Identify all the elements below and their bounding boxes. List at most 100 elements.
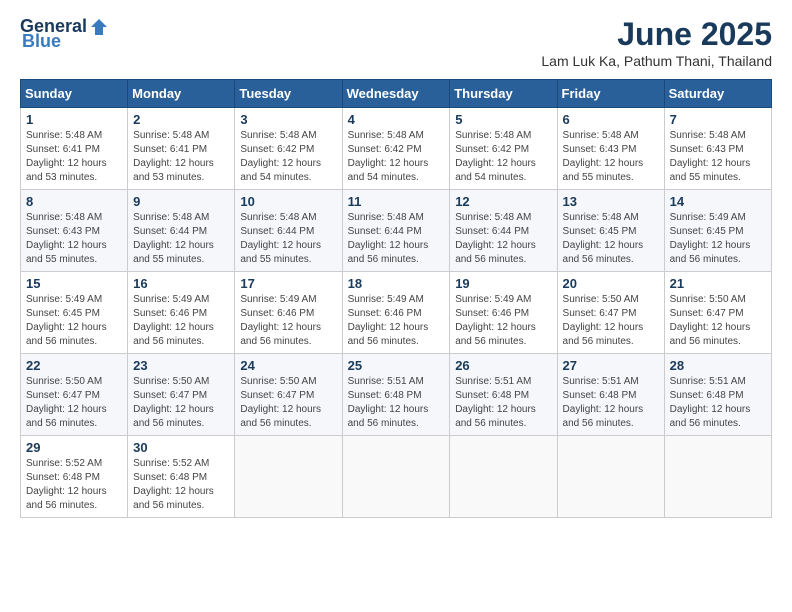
calendar-cell: 18 Sunrise: 5:49 AMSunset: 6:46 PMDayligh…	[342, 272, 450, 354]
day-number: 30	[133, 440, 229, 455]
calendar-cell: 5 Sunrise: 5:48 AMSunset: 6:42 PMDaylight…	[450, 108, 557, 190]
day-info: Sunrise: 5:51 AMSunset: 6:48 PMDaylight:…	[348, 376, 429, 429]
day-number: 4	[348, 112, 445, 127]
day-number: 18	[348, 276, 445, 291]
day-number: 5	[455, 112, 551, 127]
day-info: Sunrise: 5:50 AMSunset: 6:47 PMDaylight:…	[240, 376, 321, 429]
calendar-cell: 17 Sunrise: 5:49 AMSunset: 6:46 PMDayligh…	[235, 272, 342, 354]
calendar-cell: 12Sunrise: 5:48 AMSunset: 6:44 PMDayligh…	[450, 190, 557, 272]
day-info: Sunrise: 5:50 AMSunset: 6:47 PMDaylight:…	[133, 376, 214, 429]
day-number: 1	[26, 112, 122, 127]
day-number: 9	[133, 194, 229, 209]
calendar-cell: 23Sunrise: 5:50 AMSunset: 6:47 PMDayligh…	[128, 354, 235, 436]
calendar-cell: 1 Sunrise: 5:48 AMSunset: 6:41 PMDaylight…	[21, 108, 128, 190]
day-info: Sunrise: 5:51 AMSunset: 6:48 PMDaylight:…	[563, 376, 644, 429]
day-info: Sunrise: 5:51 AMSunset: 6:48 PMDaylight:…	[670, 376, 751, 429]
calendar-cell	[235, 436, 342, 518]
day-info: Sunrise: 5:52 AMSunset: 6:48 PMDaylight:…	[133, 458, 214, 511]
day-info: Sunrise: 5:48 AMSunset: 6:41 PMDaylight:…	[26, 130, 107, 183]
calendar-cell: 29Sunrise: 5:52 AMSunset: 6:48 PMDayligh…	[21, 436, 128, 518]
day-number: 13	[563, 194, 659, 209]
day-info: Sunrise: 5:48 AMSunset: 6:43 PMDaylight:…	[670, 130, 751, 183]
page: General Blue June 2025 Lam Luk Ka, Pathu…	[0, 0, 792, 612]
day-info: Sunrise: 5:48 AMSunset: 6:43 PMDaylight:…	[563, 130, 644, 183]
day-number: 27	[563, 358, 659, 373]
day-number: 14	[670, 194, 766, 209]
day-info: Sunrise: 5:52 AMSunset: 6:48 PMDaylight:…	[26, 458, 107, 511]
day-info: Sunrise: 5:48 AMSunset: 6:42 PMDaylight:…	[240, 130, 321, 183]
day-info: Sunrise: 5:49 AMSunset: 6:46 PMDaylight:…	[240, 294, 321, 347]
calendar-week-row-5: 29Sunrise: 5:52 AMSunset: 6:48 PMDayligh…	[21, 436, 772, 518]
day-info: Sunrise: 5:50 AMSunset: 6:47 PMDaylight:…	[670, 294, 751, 347]
calendar-cell: 11 Sunrise: 5:48 AMSunset: 6:44 PMDayligh…	[342, 190, 450, 272]
day-info: Sunrise: 5:51 AMSunset: 6:48 PMDaylight:…	[455, 376, 536, 429]
day-info: Sunrise: 5:48 AMSunset: 6:41 PMDaylight:…	[133, 130, 214, 183]
calendar-cell: 6Sunrise: 5:48 AMSunset: 6:43 PMDaylight…	[557, 108, 664, 190]
day-number: 19	[455, 276, 551, 291]
weekday-header-sunday: Sunday	[21, 80, 128, 108]
calendar-cell: 15Sunrise: 5:49 AMSunset: 6:45 PMDayligh…	[21, 272, 128, 354]
day-info: Sunrise: 5:48 AMSunset: 6:44 PMDaylight:…	[240, 212, 321, 265]
calendar-cell: 20 Sunrise: 5:50 AMSunset: 6:47 PMDayligh…	[557, 272, 664, 354]
calendar-cell: 14 Sunrise: 5:49 AMSunset: 6:45 PMDayligh…	[664, 190, 771, 272]
day-info: Sunrise: 5:50 AMSunset: 6:47 PMDaylight:…	[563, 294, 644, 347]
calendar-cell	[664, 436, 771, 518]
day-number: 20	[563, 276, 659, 291]
logo: General Blue	[20, 16, 109, 52]
calendar-cell: 27 Sunrise: 5:51 AMSunset: 6:48 PMDayligh…	[557, 354, 664, 436]
day-info: Sunrise: 5:48 AMSunset: 6:43 PMDaylight:…	[26, 212, 107, 265]
day-info: Sunrise: 5:48 AMSunset: 6:42 PMDaylight:…	[455, 130, 536, 183]
day-info: Sunrise: 5:49 AMSunset: 6:46 PMDaylight:…	[348, 294, 429, 347]
weekday-header-tuesday: Tuesday	[235, 80, 342, 108]
weekday-header-thursday: Thursday	[450, 80, 557, 108]
calendar-cell: 13Sunrise: 5:48 AMSunset: 6:45 PMDayligh…	[557, 190, 664, 272]
weekday-header-saturday: Saturday	[664, 80, 771, 108]
day-info: Sunrise: 5:49 AMSunset: 6:45 PMDaylight:…	[670, 212, 751, 265]
calendar-cell: 25 Sunrise: 5:51 AMSunset: 6:48 PMDayligh…	[342, 354, 450, 436]
day-number: 26	[455, 358, 551, 373]
calendar-week-row-1: 1 Sunrise: 5:48 AMSunset: 6:41 PMDaylight…	[21, 108, 772, 190]
calendar-cell: 28 Sunrise: 5:51 AMSunset: 6:48 PMDayligh…	[664, 354, 771, 436]
day-info: Sunrise: 5:48 AMSunset: 6:44 PMDaylight:…	[348, 212, 429, 265]
calendar-week-row-4: 22Sunrise: 5:50 AMSunset: 6:47 PMDayligh…	[21, 354, 772, 436]
calendar-cell	[450, 436, 557, 518]
calendar-cell	[557, 436, 664, 518]
calendar-cell: 24Sunrise: 5:50 AMSunset: 6:47 PMDayligh…	[235, 354, 342, 436]
calendar-cell: 9Sunrise: 5:48 AMSunset: 6:44 PMDaylight…	[128, 190, 235, 272]
calendar-cell: 3 Sunrise: 5:48 AMSunset: 6:42 PMDaylight…	[235, 108, 342, 190]
day-number: 8	[26, 194, 122, 209]
calendar-cell: 2 Sunrise: 5:48 AMSunset: 6:41 PMDaylight…	[128, 108, 235, 190]
day-number: 17	[240, 276, 336, 291]
calendar-cell: 4 Sunrise: 5:48 AMSunset: 6:42 PMDaylight…	[342, 108, 450, 190]
day-number: 3	[240, 112, 336, 127]
calendar-week-row-3: 15Sunrise: 5:49 AMSunset: 6:45 PMDayligh…	[21, 272, 772, 354]
day-number: 25	[348, 358, 445, 373]
day-number: 11	[348, 194, 445, 209]
calendar-cell: 19Sunrise: 5:49 AMSunset: 6:46 PMDayligh…	[450, 272, 557, 354]
calendar-cell: 22Sunrise: 5:50 AMSunset: 6:47 PMDayligh…	[21, 354, 128, 436]
day-number: 10	[240, 194, 336, 209]
calendar-cell: 30 Sunrise: 5:52 AMSunset: 6:48 PMDayligh…	[128, 436, 235, 518]
header: General Blue June 2025 Lam Luk Ka, Pathu…	[20, 16, 772, 69]
day-info: Sunrise: 5:49 AMSunset: 6:46 PMDaylight:…	[133, 294, 214, 347]
day-number: 2	[133, 112, 229, 127]
weekday-header-wednesday: Wednesday	[342, 80, 450, 108]
day-number: 15	[26, 276, 122, 291]
calendar-cell: 16 Sunrise: 5:49 AMSunset: 6:46 PMDayligh…	[128, 272, 235, 354]
day-number: 28	[670, 358, 766, 373]
calendar-cell: 26 Sunrise: 5:51 AMSunset: 6:48 PMDayligh…	[450, 354, 557, 436]
weekday-header-monday: Monday	[128, 80, 235, 108]
calendar-cell: 7 Sunrise: 5:48 AMSunset: 6:43 PMDaylight…	[664, 108, 771, 190]
day-number: 7	[670, 112, 766, 127]
logo-icon	[89, 17, 109, 37]
logo-blue-text: Blue	[22, 31, 61, 52]
weekday-header-friday: Friday	[557, 80, 664, 108]
calendar-cell	[342, 436, 450, 518]
day-info: Sunrise: 5:50 AMSunset: 6:47 PMDaylight:…	[26, 376, 107, 429]
title-block: June 2025 Lam Luk Ka, Pathum Thani, Thai…	[541, 16, 772, 69]
calendar-cell: 10 Sunrise: 5:48 AMSunset: 6:44 PMDayligh…	[235, 190, 342, 272]
day-info: Sunrise: 5:48 AMSunset: 6:42 PMDaylight:…	[348, 130, 429, 183]
month-title: June 2025	[541, 16, 772, 53]
day-number: 12	[455, 194, 551, 209]
day-number: 16	[133, 276, 229, 291]
